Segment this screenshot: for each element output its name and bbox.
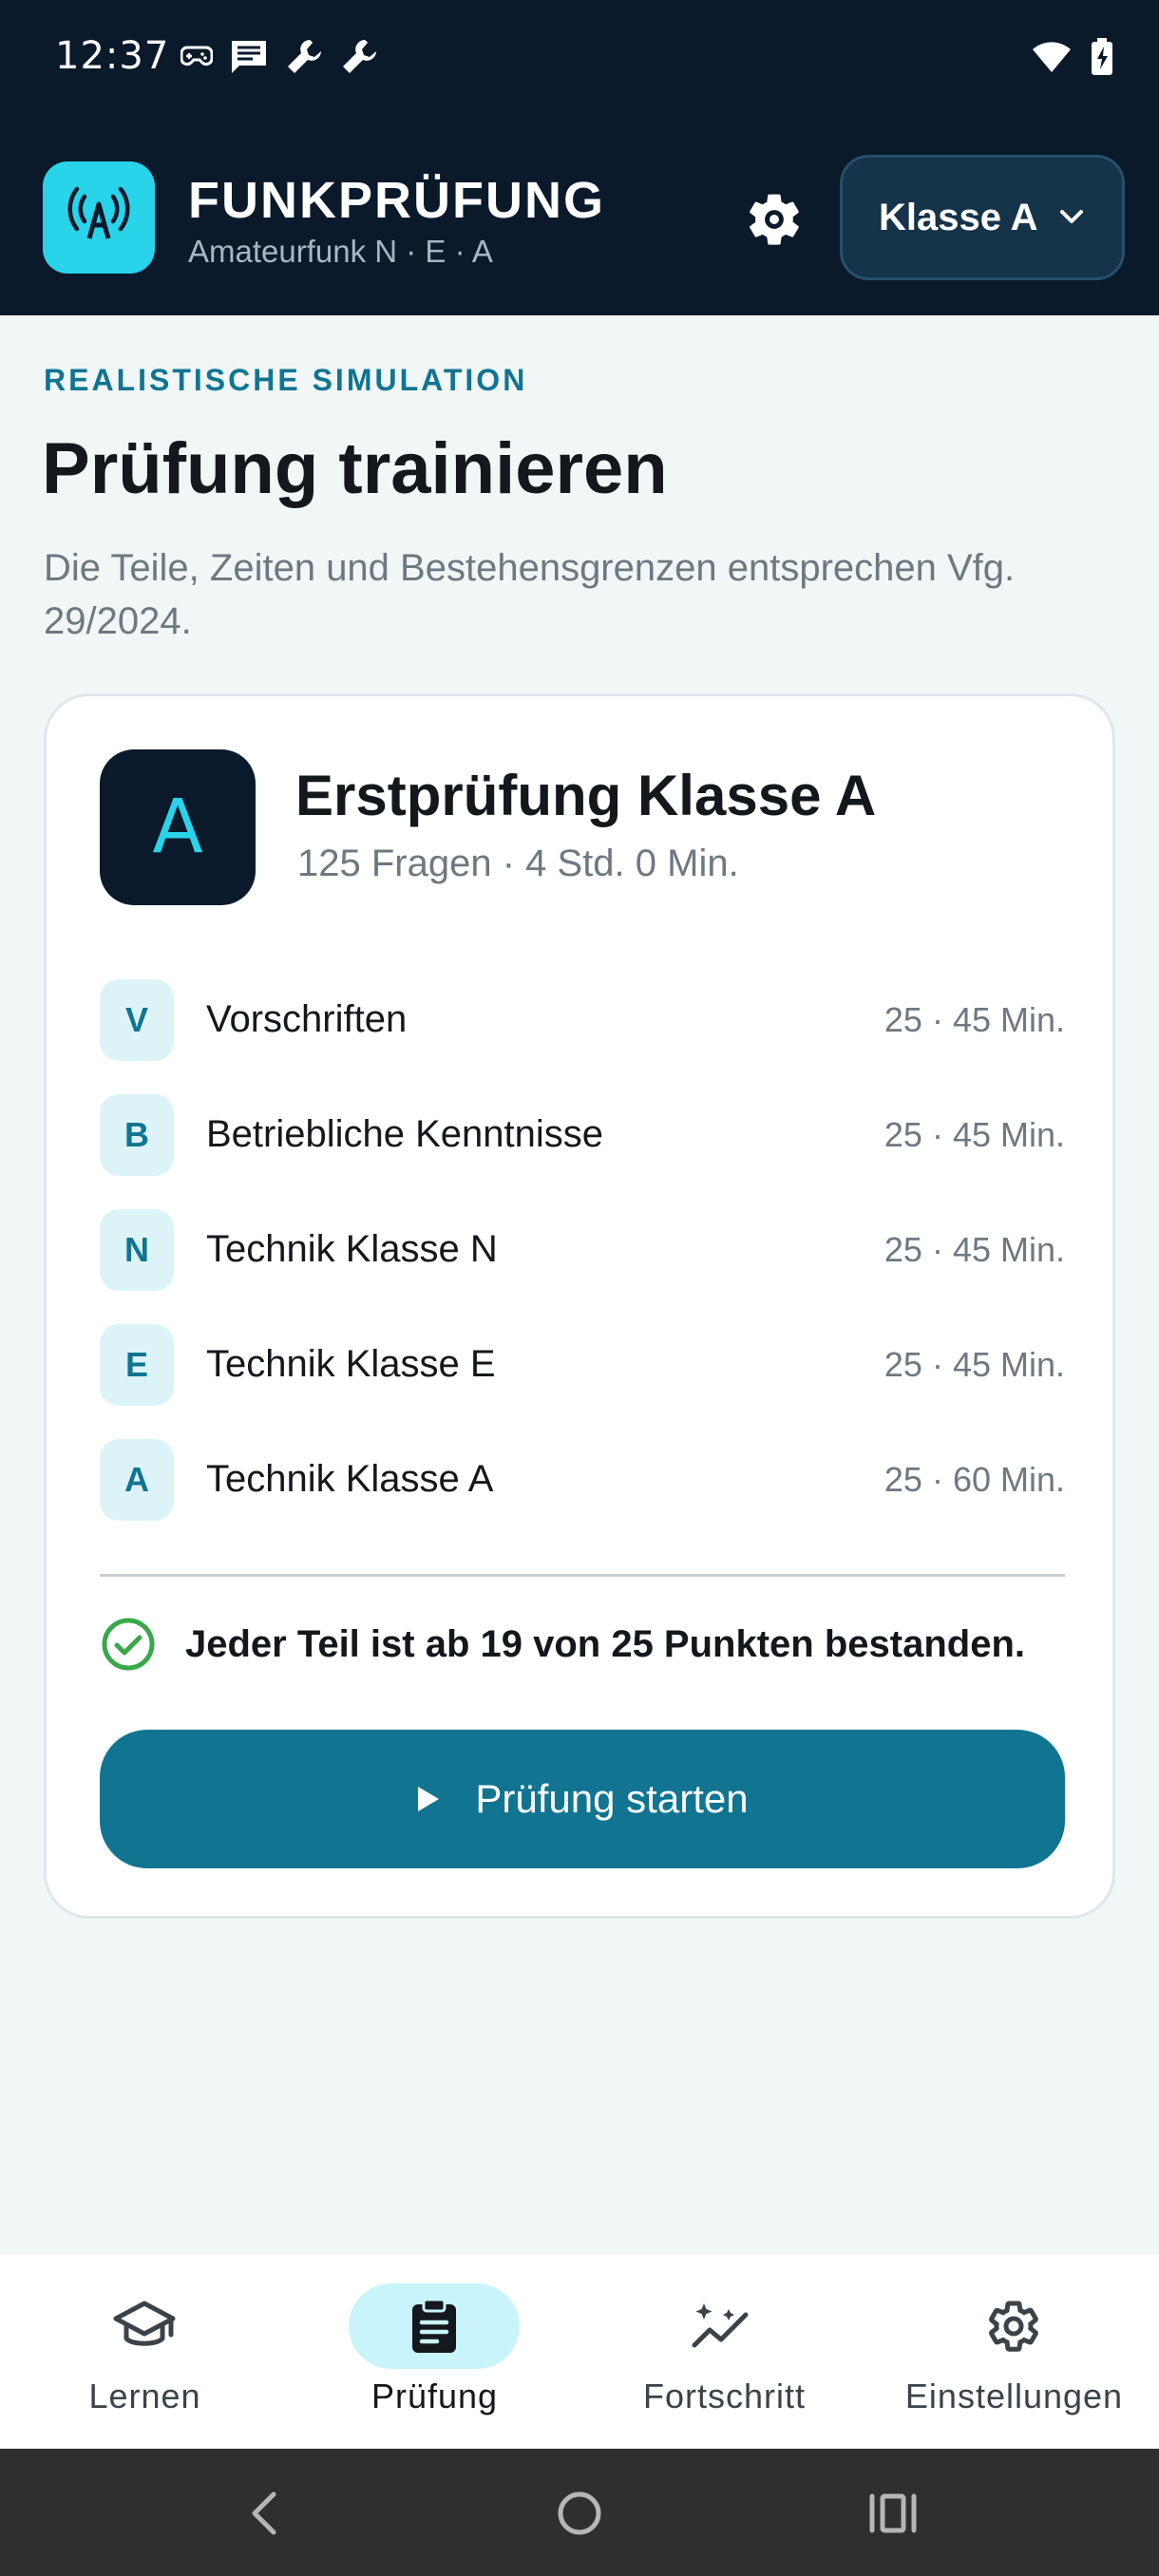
page-description: Die Teile, Zeiten und Bestehensgrenzen e…: [44, 547, 1016, 642]
part-meta: 25 · 45 Min.: [884, 1114, 1065, 1154]
part-letter-badge: E: [100, 1323, 174, 1406]
status-bar: 12:37: [0, 0, 1159, 118]
status-time: 12:37: [55, 34, 170, 78]
part-name: Betriebliche Kenntnisse: [206, 1113, 604, 1155]
exam-part-row: B Betriebliche Kenntnisse 25 · 45 Min.: [100, 1077, 1065, 1192]
part-meta: 25 · 45 Min.: [884, 999, 1065, 1039]
nav-label: Prüfung: [370, 2377, 499, 2415]
battery-charging-icon: [1091, 38, 1113, 81]
chevron-down-icon: [1059, 210, 1083, 223]
start-exam-button[interactable]: Prüfung starten: [100, 1730, 1065, 1868]
antenna-icon: [67, 186, 130, 239]
nav-label: Einstellungen: [904, 2377, 1124, 2415]
wrench-icon: [340, 38, 378, 81]
exam-part-row: N Technik Klasse N 25 · 45 Min.: [100, 1192, 1065, 1307]
app-logo: [43, 161, 155, 274]
exam-part-row: E Technik Klasse E 25 · 45 Min.: [100, 1307, 1065, 1422]
part-name: Technik Klasse E: [206, 1343, 496, 1385]
exam-title: Erstprüfung Klasse A: [295, 764, 877, 827]
part-name: Technik Klasse N: [206, 1228, 498, 1270]
exam-subtitle: 125 Fragen · 4 Std. 0 Min.: [297, 843, 739, 884]
part-letter-badge: V: [100, 978, 174, 1061]
nav-label: Lernen: [88, 2377, 201, 2415]
section-eyebrow: REALISTISCHE SIMULATION: [44, 363, 528, 397]
clipboard-icon: [412, 2298, 456, 2353]
message-icon: [230, 39, 268, 80]
system-navigation-bar: [0, 2449, 1159, 2576]
part-meta: 25 · 45 Min.: [884, 1344, 1065, 1384]
part-meta: 25 · 60 Min.: [884, 1459, 1065, 1499]
back-icon[interactable]: [245, 2491, 283, 2536]
divider: [100, 1574, 1065, 1577]
nav-item-einstellungen[interactable]: Einstellungen: [869, 2255, 1159, 2449]
exam-part-row: V Vorschriften 25 · 45 Min.: [100, 962, 1065, 1077]
part-letter-badge: A: [100, 1438, 174, 1521]
exam-class-badge: A: [100, 749, 256, 905]
wifi-icon: [1032, 41, 1072, 78]
nav-item-fortschritt[interactable]: Fortschritt: [580, 2255, 869, 2449]
class-select-value: Klasse A: [879, 196, 1038, 238]
part-name: Vorschriften: [206, 998, 408, 1040]
home-icon[interactable]: [557, 2491, 602, 2536]
graduation-cap-icon: [113, 2301, 176, 2346]
start-exam-label: Prüfung starten: [475, 1776, 749, 1821]
page-title: Prüfung trainieren: [42, 428, 668, 509]
pass-rule-text: Jeder Teil ist ab 19 von 25 Punkten best…: [185, 1622, 1025, 1665]
pass-rule: Jeder Teil ist ab 19 von 25 Punkten best…: [100, 1616, 1025, 1673]
app-subtitle: Amateurfunk N · E · A: [188, 234, 493, 269]
gamepad-icon: [180, 45, 214, 74]
part-letter-badge: N: [100, 1208, 174, 1291]
recents-icon[interactable]: [868, 2492, 918, 2534]
wrench-icon: [285, 38, 323, 81]
app-header: FUNKPRÜFUNG Amateurfunk N · E · A Klasse…: [0, 118, 1159, 315]
nav-item-lernen[interactable]: Lernen: [0, 2255, 290, 2449]
bottom-navigation: Lernen Prüfung Fortschritt Einstellungen: [0, 2255, 1159, 2449]
part-meta: 25 · 45 Min.: [884, 1229, 1065, 1269]
part-letter-badge: B: [100, 1093, 174, 1176]
check-circle-icon: [102, 1618, 155, 1671]
chart-sparkle-icon: [692, 2303, 749, 2348]
nav-label: Fortschritt: [642, 2377, 806, 2415]
part-name: Technik Klasse A: [206, 1458, 494, 1500]
exam-parts-list: V Vorschriften 25 · 45 Min. B Betrieblic…: [100, 962, 1065, 1537]
play-icon: [418, 1787, 440, 1811]
exam-part-row: A Technik Klasse A 25 · 60 Min.: [100, 1422, 1065, 1537]
settings-gear-icon[interactable]: [743, 188, 806, 251]
nav-item-pruefung[interactable]: Prüfung: [290, 2255, 580, 2449]
gear-icon: [989, 2301, 1038, 2352]
exam-card: A Erstprüfung Klasse A 125 Fragen · 4 St…: [44, 693, 1115, 1919]
class-select-dropdown[interactable]: Klasse A: [840, 155, 1125, 280]
app-title: FUNKPRÜFUNG: [188, 172, 605, 229]
